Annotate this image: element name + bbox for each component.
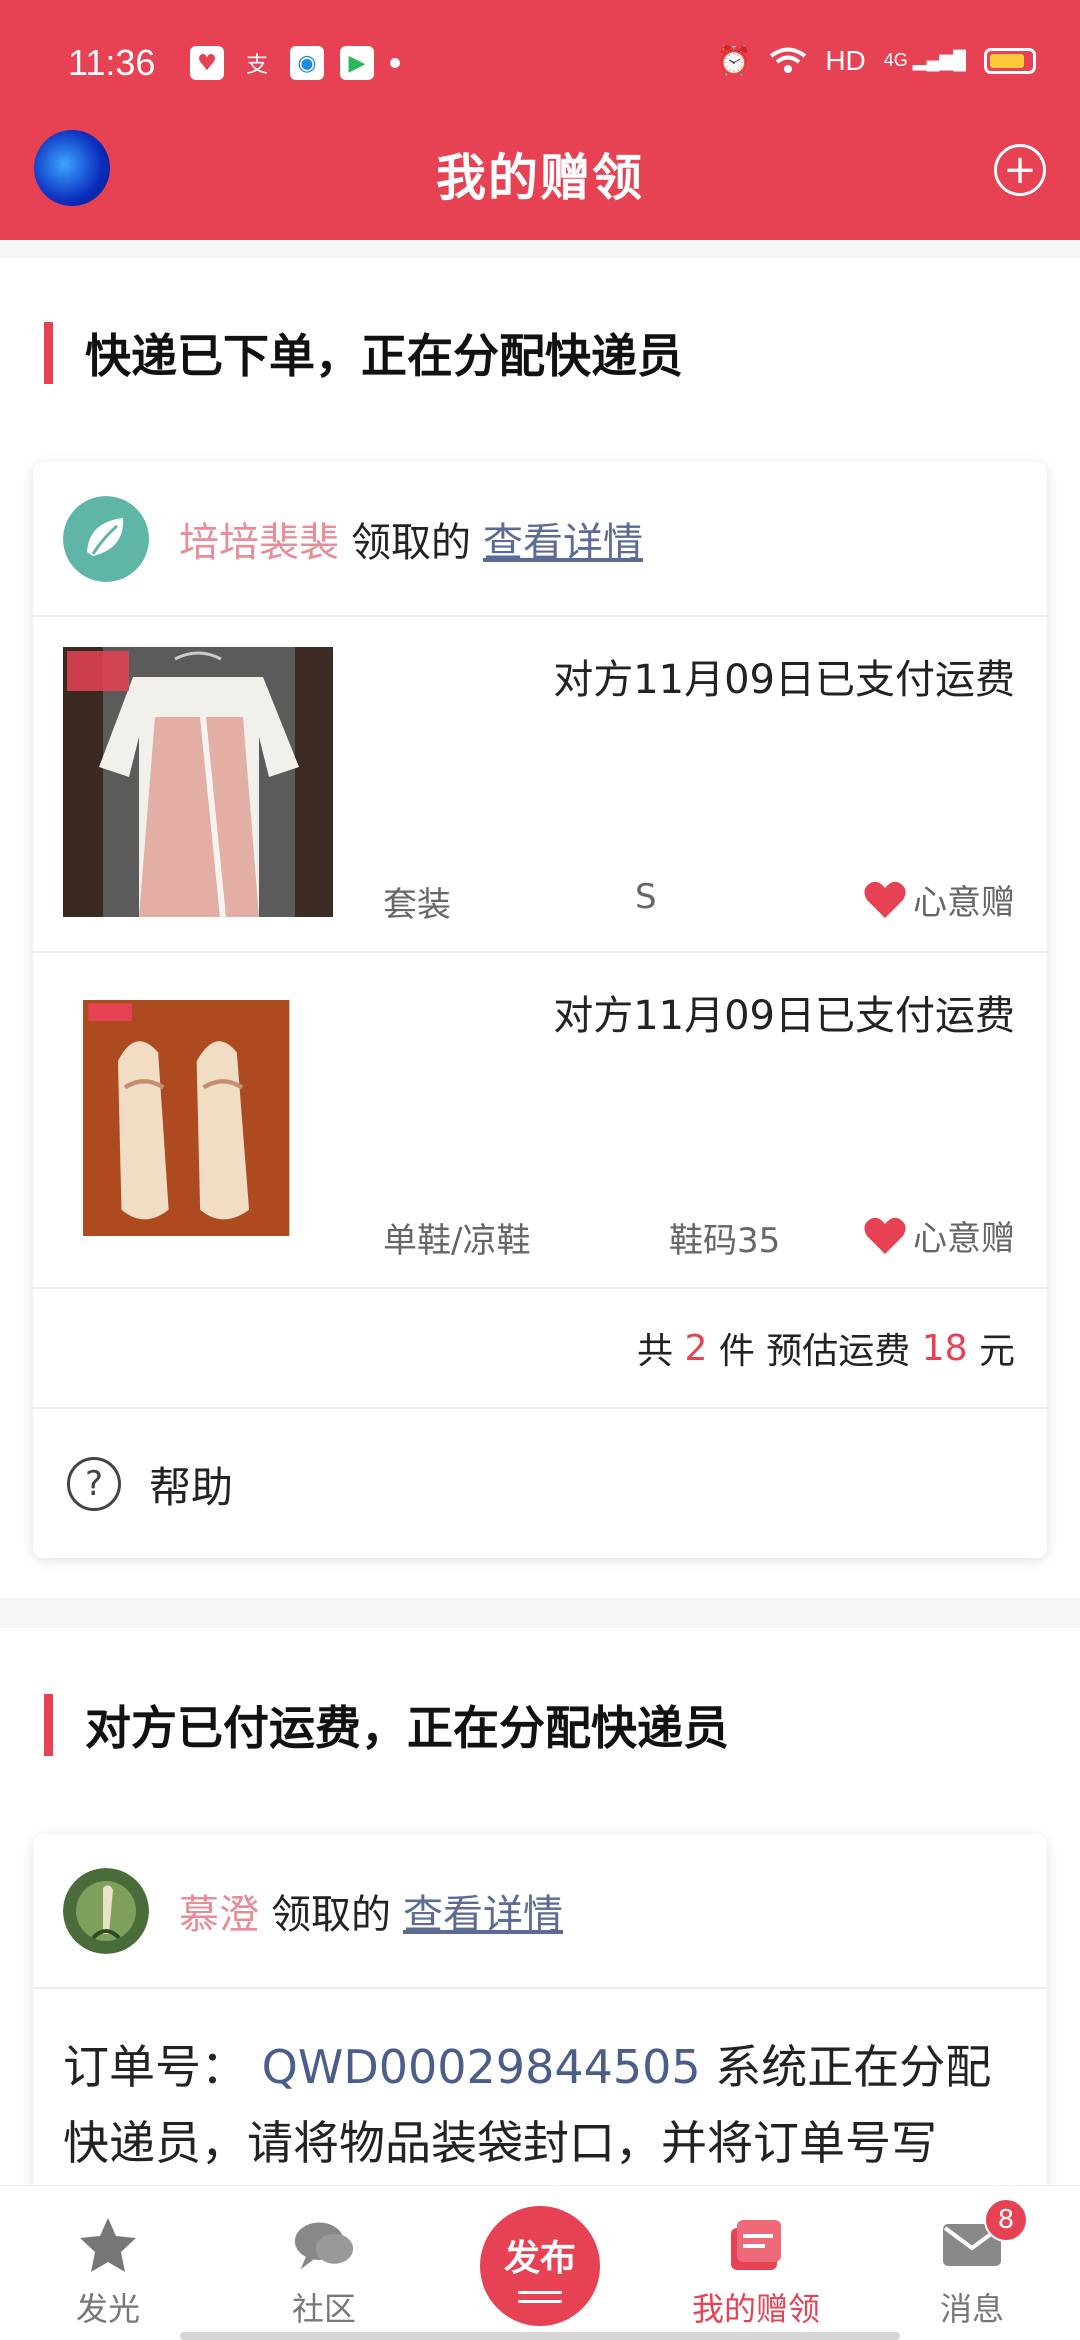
order-instructions: 订单号： QWD00029844505 系统正在分配快递员，请将物品装袋封口，并… [33,1989,1047,2181]
plus-circle-icon: + [1003,147,1037,193]
home-indicator [180,2332,900,2340]
status-right: ⏰ HD 4G ▂▄▆█ [716,44,1036,77]
section-accent-bar [44,322,53,384]
receiver-name[interactable]: 慕澄 [179,1882,259,1940]
gift-item[interactable]: 对方11月09日已支付运费 单鞋/凉鞋 鞋码35 心意赠 [33,953,1047,1289]
status-bar: 11:36 ♥ 支 ◉ ▶ ⏰ HD 4G ▂▄▆█ [0,0,1080,130]
signal-label: 4G [883,50,908,70]
bottom-navigation: 发光 社区 发布 我的赠领 8 消息 [0,2185,1080,2340]
item-size: 鞋码35 [669,1221,781,1261]
status-time: 11:36 [68,42,156,83]
order-number-label: 订单号： [63,2040,247,2094]
nav-item-my-gifts[interactable]: 我的赠领 [648,2186,864,2340]
video-app-icon: ▶ [340,46,374,80]
item-gift-tag: 心意赠 [863,875,1015,924]
received-label: 领取的 [271,1891,391,1938]
receiver-name[interactable]: 培培裴裴 [179,510,339,568]
section-fee-paid: 对方已付运费，正在分配快递员 慕澄 领取的 查看详情 订单号： QWD00029… [0,1628,1080,2234]
unread-badge: 8 [984,2198,1028,2242]
nav-label: 消息 [939,2290,1004,2328]
received-label: 领取的 [351,519,471,566]
section-title: 对方已付运费，正在分配快递员 [85,1701,729,1755]
gift-tag-label: 心意赠 [913,1219,1015,1259]
item-size: S [635,877,657,917]
item-count: 2 [684,1327,708,1369]
app-circle-icon: ◉ [290,46,324,80]
gift-box-icon [725,2214,787,2276]
order-card: 培培裴裴 领取的 查看详情 对方11月09日已支付运费 套装 S 心意赠 对方1… [33,462,1047,1558]
network-label: HD [825,44,866,76]
summary-middle: 件 预估运费 [707,1331,922,1372]
publish-icon [518,2285,562,2303]
item-category: 套装 [383,885,451,925]
order-card: 慕澄 领取的 查看详情 订单号： QWD00029844505 系统正在分配快递… [33,1834,1047,2234]
nav-item-faguang[interactable]: 发光 [0,2186,216,2340]
more-notifications-dot [390,58,400,68]
help-label: 帮助 [149,1462,234,1512]
gift-tag-label: 心意赠 [913,883,1015,923]
gift-item[interactable]: 对方11月09日已支付运费 套装 S 心意赠 [33,617,1047,953]
nav-item-messages[interactable]: 8 消息 [864,2186,1080,2340]
summary-suffix: 元 [967,1331,1015,1372]
section-heading: 快递已下单，正在分配快递员 [44,320,683,386]
chat-bubble-icon [293,2214,355,2276]
alipay-icon: 支 [245,53,268,78]
receiver-avatar[interactable] [63,1867,149,1954]
section-title: 快递已下单，正在分配快递员 [85,329,683,383]
payment-status: 对方11月09日已支付运费 [553,993,1015,1039]
view-details-link[interactable]: 查看详情 [483,510,643,568]
section-accent-bar [44,1694,53,1756]
item-photo-dress[interactable] [63,647,333,917]
publish-button[interactable]: 发布 [480,2206,600,2326]
summary-prefix: 共 [637,1331,685,1372]
help-button[interactable]: ? 帮助 [33,1409,1047,1559]
publish-label: 发布 [503,2238,576,2279]
nav-label: 发光 [75,2290,140,2328]
order-summary: 共 2 件 预估运费 18 元 [33,1289,1047,1409]
item-gift-tag: 心意赠 [863,1211,1015,1260]
status-app-icons: ♥ 支 ◉ ▶ [190,46,400,80]
heart-icon [864,1217,906,1254]
shipping-fee: 18 [921,1327,968,1369]
payment-status: 对方11月09日已支付运费 [553,657,1015,703]
item-category: 单鞋/凉鞋 [383,1221,531,1261]
signal-icon: 4G ▂▄▆█ [883,50,966,70]
order-number[interactable]: QWD00029844505 [262,2040,701,2094]
app-notification-icon: ♥ [190,46,224,80]
item-photo-shoes[interactable] [83,983,319,1253]
card-header: 慕澄 领取的 查看详情 [33,1834,1047,1989]
section-heading: 对方已付运费，正在分配快递员 [44,1692,729,1758]
view-details-link[interactable]: 查看详情 [403,1882,563,1940]
section-courier-ordered: 快递已下单，正在分配快递员 培培裴裴 领取的 查看详情 对方11月09日已支付运… [0,258,1080,1598]
app-header: 11:36 ♥ 支 ◉ ▶ ⏰ HD 4G ▂▄▆█ 我的赠领 + [0,0,1080,240]
question-circle-icon: ? [67,1457,121,1511]
receiver-avatar[interactable] [63,495,149,582]
star-icon [77,2214,139,2276]
nav-label: 社区 [291,2290,356,2328]
nav-item-community[interactable]: 社区 [216,2186,432,2340]
card-header: 培培裴裴 领取的 查看详情 [33,462,1047,617]
heart-icon [864,881,906,918]
battery-icon [984,47,1036,74]
wifi-icon [770,47,807,73]
add-button[interactable]: + [994,144,1046,196]
nav-label: 我的赠领 [691,2290,820,2328]
alarm-icon: ⏰ [716,45,752,76]
page-title: 我的赠领 [436,149,644,207]
